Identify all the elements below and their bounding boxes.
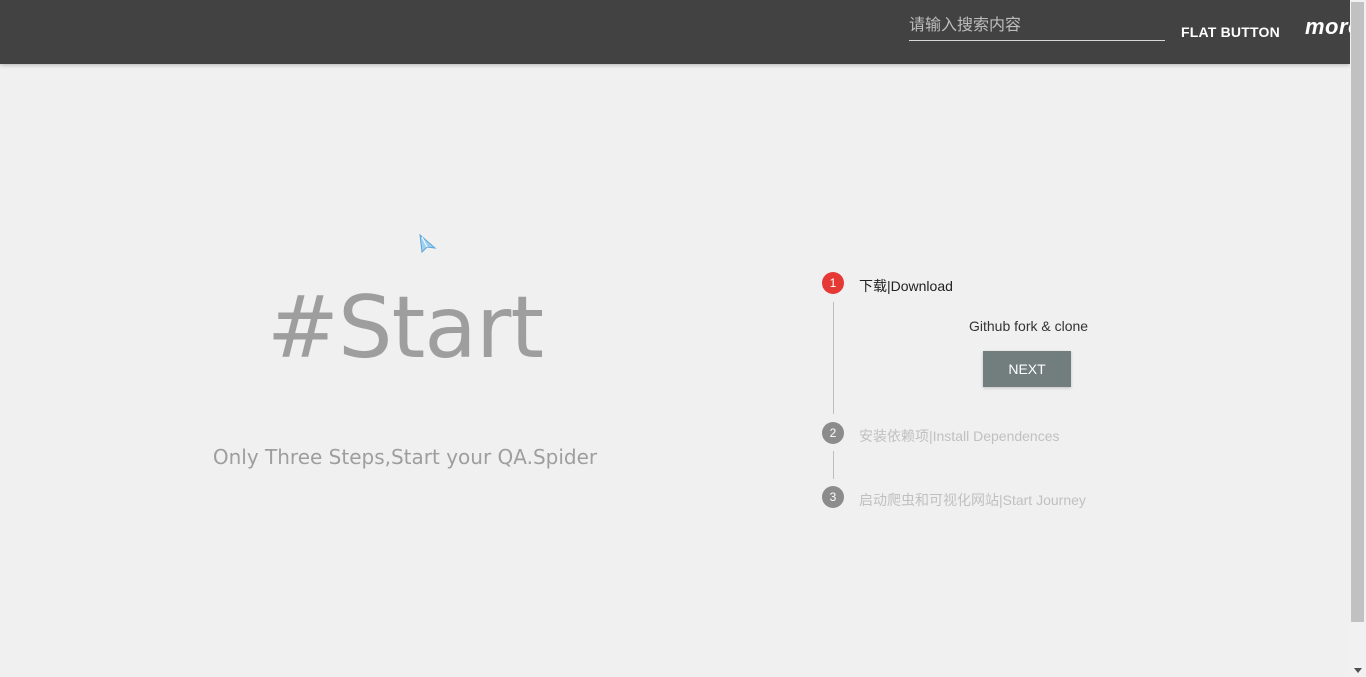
step-2-label[interactable]: 安装依赖项|Install Dependences: [859, 426, 1060, 446]
step-connector: [833, 451, 834, 479]
step-3-label[interactable]: 启动爬虫和可视化网站|Start Journey: [859, 490, 1086, 510]
step-1-description: Github fork & clone: [969, 318, 1089, 334]
search-input[interactable]: [909, 10, 1165, 38]
step-1-label[interactable]: 下载|Download: [859, 276, 953, 296]
step-2-number: 2: [822, 422, 844, 444]
hero-title: #Start: [266, 278, 544, 378]
step-3-number: 3: [822, 486, 844, 508]
mouse-cursor-icon: [418, 233, 438, 255]
vertical-scrollbar[interactable]: [1350, 0, 1366, 677]
next-button[interactable]: NEXT: [983, 351, 1071, 387]
more-menu-button[interactable]: more: [1305, 14, 1350, 40]
scroll-down-arrow-icon[interactable]: [1354, 668, 1362, 673]
step-connector: [833, 302, 834, 414]
scrollbar-thumb[interactable]: [1351, 2, 1364, 622]
flat-button[interactable]: FLAT BUTTON: [1172, 16, 1289, 48]
step-1-number: 1: [822, 272, 844, 294]
search-field: [909, 10, 1165, 41]
hero-subtitle: Only Three Steps,Start your QA.Spider: [212, 445, 598, 469]
app-bar: FLAT BUTTON more: [0, 0, 1350, 64]
